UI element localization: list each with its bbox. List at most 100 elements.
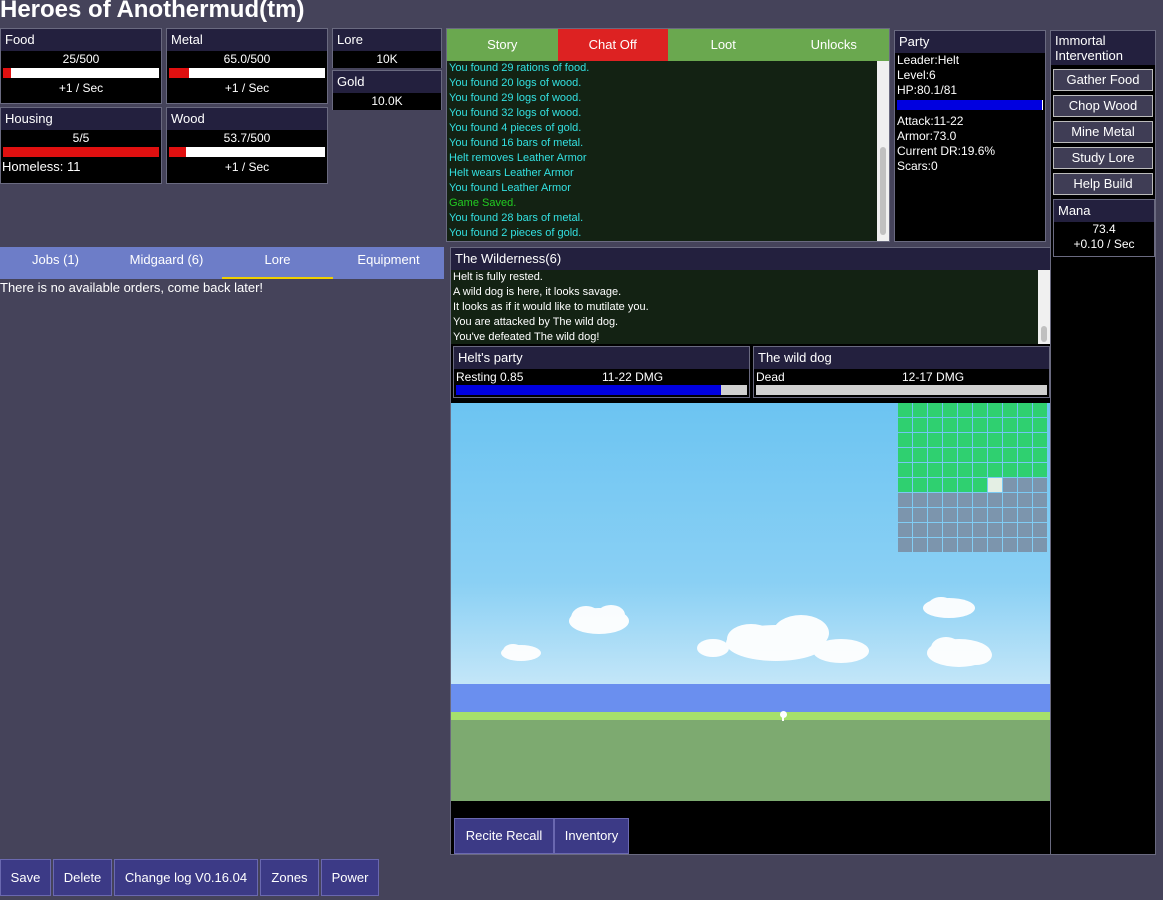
map-cell[interactable] [1033,463,1047,477]
map-cell[interactable] [1033,538,1047,552]
map-cell[interactable] [928,448,942,462]
map-cell[interactable] [898,403,912,417]
map-cell[interactable] [913,493,927,507]
map-cell[interactable] [943,403,957,417]
map-cell[interactable] [943,493,957,507]
map-cell[interactable] [958,403,972,417]
tab-unlocks[interactable]: Unlocks [778,29,889,61]
map-cell[interactable] [1018,523,1032,537]
map-cell[interactable] [1033,418,1047,432]
map-cell[interactable] [913,433,927,447]
map-cell[interactable] [913,448,927,462]
map-cell[interactable] [988,523,1002,537]
map-cell[interactable] [958,523,972,537]
map-cell[interactable] [1018,508,1032,522]
map-cell[interactable] [943,463,957,477]
map-cell[interactable] [943,433,957,447]
zone-log-scroll-thumb[interactable] [1041,326,1047,342]
map-cell[interactable] [973,508,987,522]
map-cell[interactable] [958,508,972,522]
mine-metal-button[interactable]: Mine Metal [1053,121,1153,143]
help-build-button[interactable]: Help Build [1053,173,1153,195]
map-cell[interactable] [988,418,1002,432]
map-cell[interactable] [1003,508,1017,522]
map-cell[interactable] [928,463,942,477]
map-cell[interactable] [1003,493,1017,507]
map-cell[interactable] [898,463,912,477]
map-cell[interactable] [1003,523,1017,537]
map-cell[interactable] [973,448,987,462]
story-log-scroll-thumb[interactable] [880,147,886,235]
map-cell[interactable] [1018,478,1032,492]
change-log-button[interactable]: Change log V0.16.04 [114,859,258,896]
map-cell[interactable] [943,448,957,462]
map-cell[interactable] [928,493,942,507]
map-cell[interactable] [988,493,1002,507]
gather-food-button[interactable]: Gather Food [1053,69,1153,91]
zone-map-grid[interactable] [898,403,1047,552]
map-cell[interactable] [1033,508,1047,522]
map-cell[interactable] [1003,478,1017,492]
map-cell[interactable] [898,433,912,447]
map-cell[interactable] [913,523,927,537]
map-cell[interactable] [928,403,942,417]
map-cell[interactable] [1003,538,1017,552]
chop-wood-button[interactable]: Chop Wood [1053,95,1153,117]
map-cell[interactable] [928,433,942,447]
map-cell[interactable] [928,538,942,552]
map-cell[interactable] [973,433,987,447]
tab-story[interactable]: Story [447,29,558,61]
map-cell[interactable] [1003,448,1017,462]
zone-log-scrollbar[interactable] [1038,270,1050,344]
map-cell[interactable] [913,418,927,432]
map-cell[interactable] [1018,493,1032,507]
map-cell[interactable] [913,508,927,522]
map-cell[interactable] [1018,463,1032,477]
map-cell[interactable] [973,463,987,477]
map-cell[interactable] [958,463,972,477]
map-cell[interactable] [913,463,927,477]
map-cell[interactable] [988,463,1002,477]
map-cell[interactable] [1033,403,1047,417]
map-cell[interactable] [928,478,942,492]
map-cell[interactable] [913,478,927,492]
map-cell[interactable] [958,478,972,492]
map-cell[interactable] [1003,433,1017,447]
study-lore-button[interactable]: Study Lore [1053,147,1153,169]
map-cell[interactable] [988,448,1002,462]
map-cell[interactable] [1018,403,1032,417]
map-cell[interactable] [958,448,972,462]
map-cell[interactable] [988,538,1002,552]
map-cell[interactable] [943,478,957,492]
map-cell[interactable] [943,418,957,432]
map-cell[interactable] [898,508,912,522]
map-cell[interactable] [958,538,972,552]
map-cell[interactable] [1033,493,1047,507]
map-cell[interactable] [958,418,972,432]
story-log-scrollbar[interactable] [877,61,889,241]
map-cell[interactable] [973,478,987,492]
map-cell[interactable] [913,538,927,552]
map-cell[interactable] [973,523,987,537]
map-cell[interactable] [898,448,912,462]
tab-lore[interactable]: Lore [222,247,333,279]
delete-button[interactable]: Delete [53,859,112,896]
zones-button[interactable]: Zones [260,859,319,896]
tab-midgaard[interactable]: Midgaard (6) [111,247,222,279]
tab-equipment[interactable]: Equipment [333,247,444,279]
map-cell[interactable] [898,523,912,537]
map-cell[interactable] [1033,478,1047,492]
tab-jobs[interactable]: Jobs (1) [0,247,111,279]
map-cell[interactable] [1018,433,1032,447]
map-cell[interactable] [958,433,972,447]
map-cell[interactable] [973,403,987,417]
map-cell[interactable] [1033,448,1047,462]
map-cell[interactable] [988,403,1002,417]
tab-chat-off[interactable]: Chat Off [557,29,668,61]
map-cell[interactable] [1003,418,1017,432]
map-cell[interactable] [1018,418,1032,432]
map-cell[interactable] [1018,448,1032,462]
map-cell[interactable] [898,538,912,552]
map-cell[interactable] [898,493,912,507]
map-cell[interactable] [898,478,912,492]
